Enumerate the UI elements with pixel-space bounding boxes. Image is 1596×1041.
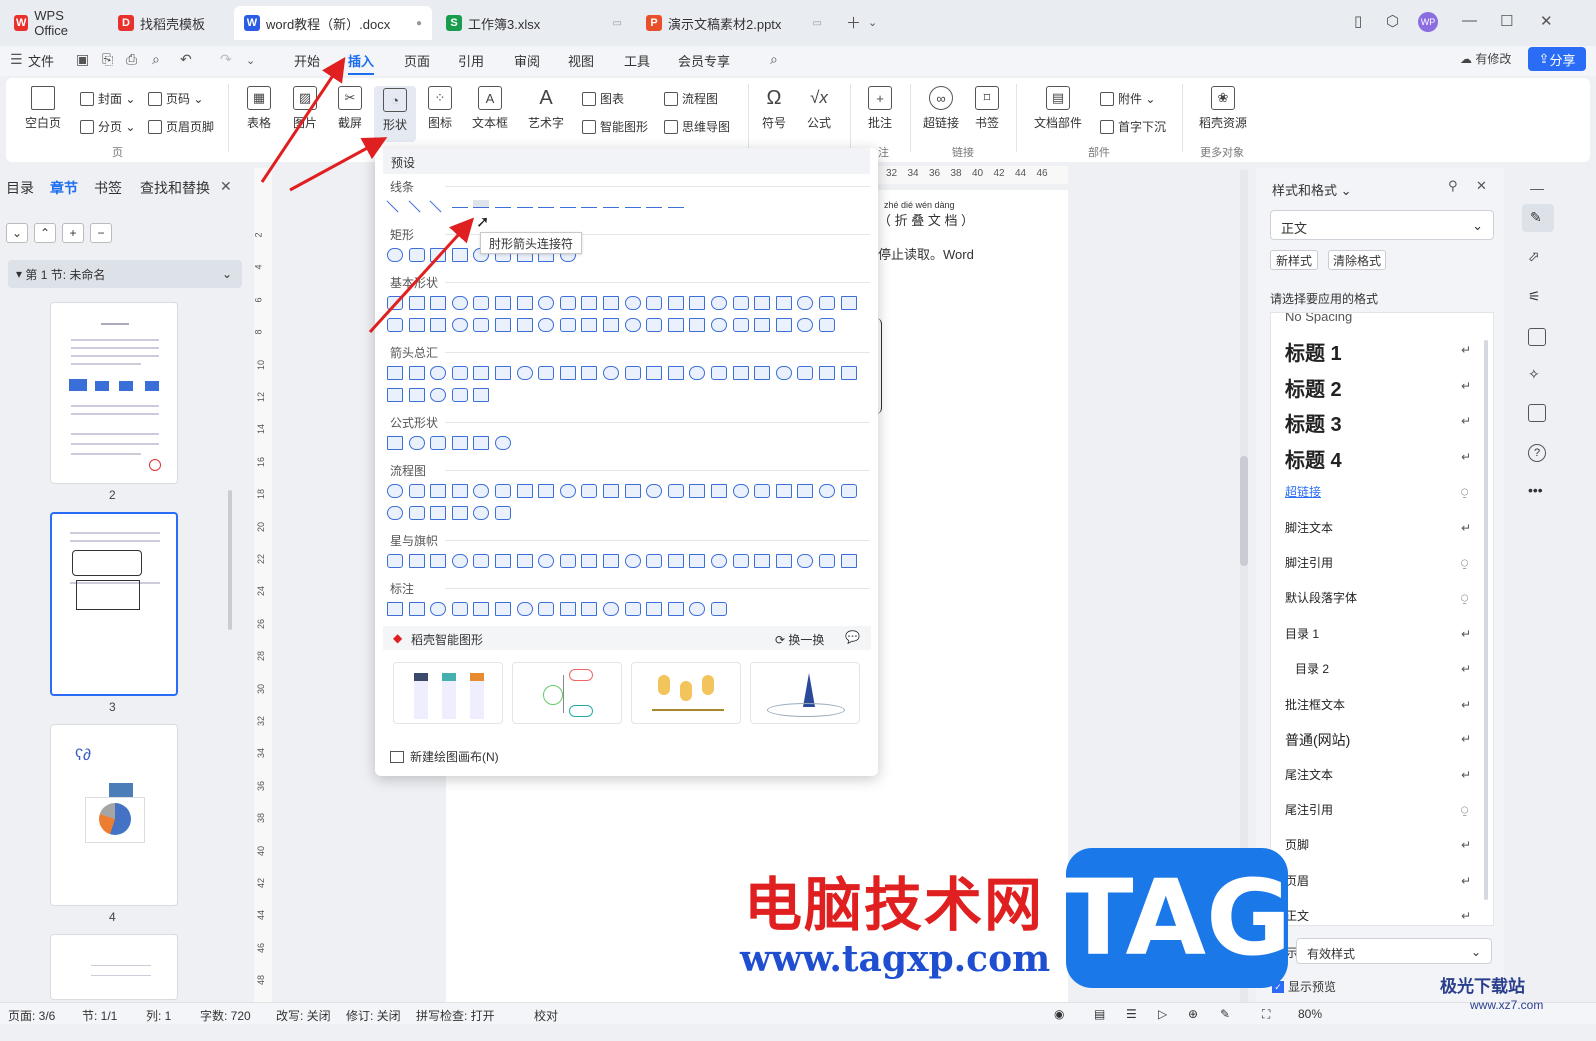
arrow-to-shape xyxy=(289,137,388,192)
arrow-to-insert xyxy=(260,57,346,183)
arrow-to-connector xyxy=(368,217,475,334)
annotation-arrows xyxy=(260,57,475,334)
